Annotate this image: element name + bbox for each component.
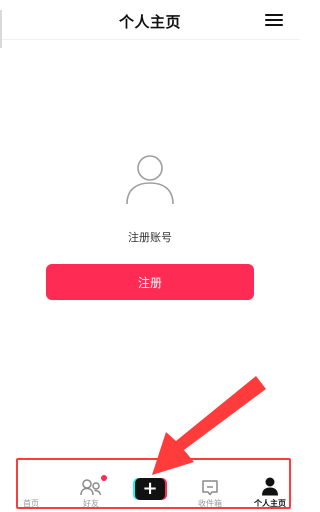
menu-icon-line xyxy=(265,19,283,21)
user-avatar-icon xyxy=(126,155,174,205)
profile-icon xyxy=(262,477,278,496)
nav-label-home: 首页 xyxy=(23,499,39,508)
menu-button[interactable] xyxy=(265,13,283,27)
create-button[interactable]: + xyxy=(133,478,167,500)
nav-label-friends: 好友 xyxy=(83,499,99,508)
page-title: 个人主页 xyxy=(118,13,181,31)
inbox-icon xyxy=(202,480,218,496)
nav-item-home[interactable]: 首页 xyxy=(14,460,48,512)
create-plus-icon: + xyxy=(135,478,165,500)
nav-label-inbox: 收件箱 xyxy=(198,499,222,508)
friends-notification-dot xyxy=(101,475,107,481)
profile-page: 个人主页 注册账号 注册 首页 好友 + 收件箱 个人主页 xyxy=(0,0,300,512)
friends-icon xyxy=(80,479,102,496)
nav-item-friends[interactable]: 好友 xyxy=(74,460,108,512)
menu-icon-line xyxy=(265,24,283,26)
annotation-arrow xyxy=(152,376,266,475)
signup-label: 注册账号 xyxy=(128,231,172,244)
menu-icon-line xyxy=(265,14,283,16)
nav-item-profile[interactable]: 个人主页 xyxy=(250,460,290,512)
nav-item-inbox[interactable]: 收件箱 xyxy=(193,460,227,512)
signup-button[interactable]: 注册 xyxy=(46,264,254,300)
nav-label-profile: 个人主页 xyxy=(254,499,286,508)
top-bar: 个人主页 xyxy=(0,0,300,48)
